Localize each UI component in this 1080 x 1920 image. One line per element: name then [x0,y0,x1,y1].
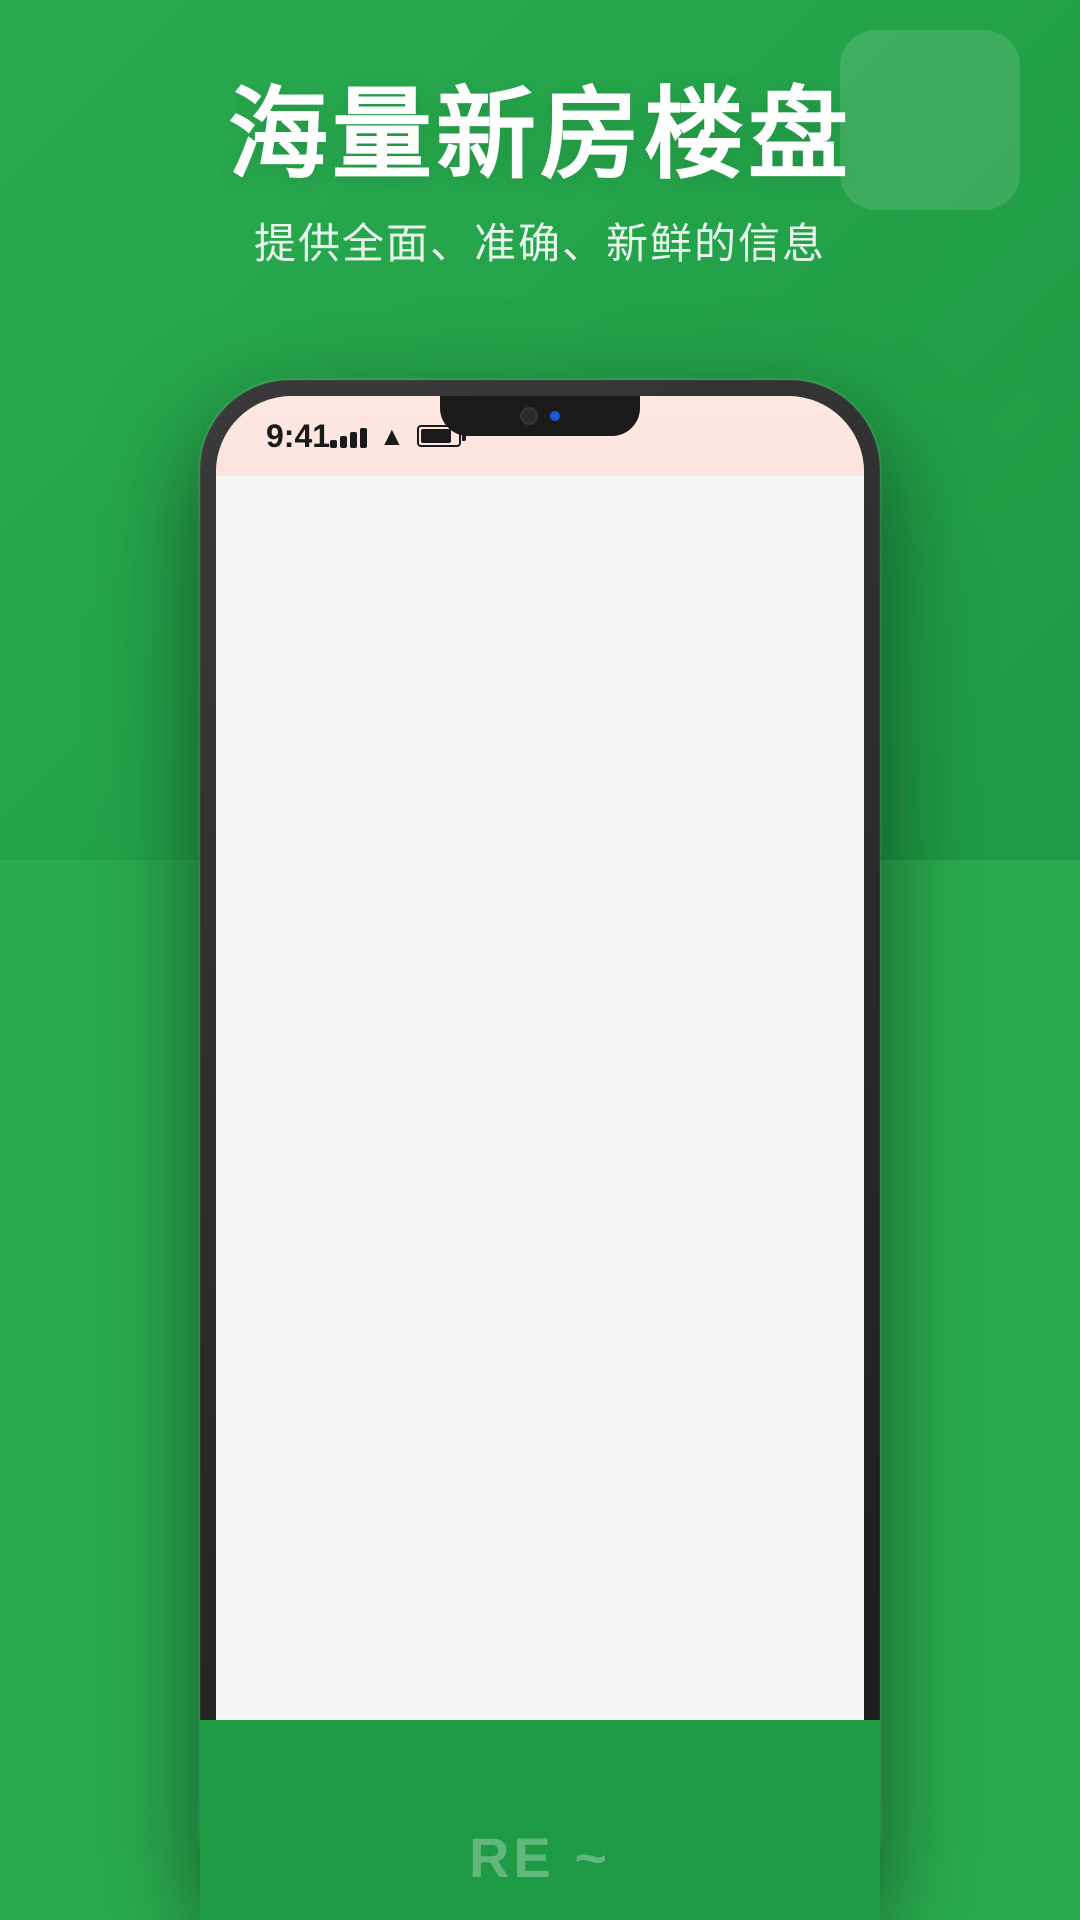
battery-icon [417,425,461,447]
notch [440,396,640,436]
signal-bars [330,424,367,448]
status-time: 9:41 [266,418,330,455]
phone-outer: 9:41 ▲ [200,380,880,1920]
status-icons: ▲ [330,421,461,452]
wifi-icon: ▲ [379,421,405,452]
bottom-green-area [200,1720,880,1920]
status-bar: 9:41 ▲ [216,396,864,476]
camera-cutout [520,407,538,425]
hero-section: 海量新房楼盘 提供全面、准确、新鲜的信息 [0,80,1080,271]
hero-title: 海量新房楼盘 [0,80,1080,190]
re-watermark: RE ~ [469,1825,611,1890]
signal-bar-2 [340,436,347,448]
signal-bar-4 [360,428,367,448]
signal-bar-1 [330,440,337,448]
signal-bar-3 [350,432,357,448]
battery-fill [421,429,452,443]
phone-inner: 9:41 ▲ [216,396,864,1904]
hero-subtitle: 提供全面、准确、新鲜的信息 [0,210,1080,271]
phone-mockup: 9:41 ▲ [200,380,880,1920]
sensor-dot [550,411,560,421]
